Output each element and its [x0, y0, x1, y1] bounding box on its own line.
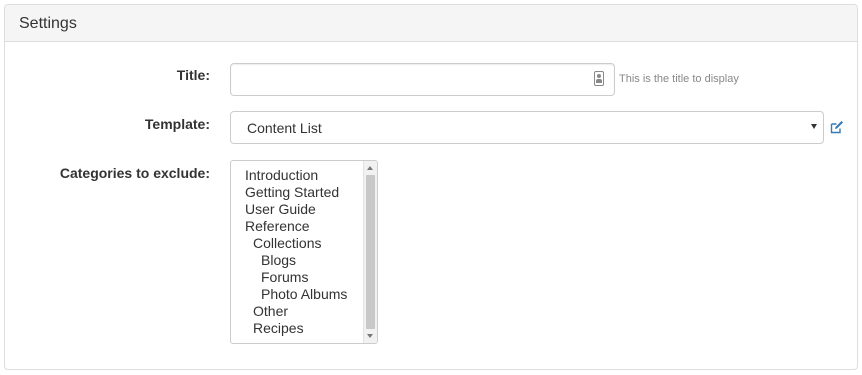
option-forums[interactable]: Forums: [231, 269, 363, 286]
title-input-wrapper[interactable]: [230, 63, 615, 96]
scrollbar-thumb[interactable]: [366, 175, 375, 329]
template-label: Template:: [144, 116, 210, 132]
categories-options: Introduction Getting Started User Guide …: [231, 167, 363, 337]
chevron-down-icon: [811, 124, 817, 129]
template-selected-value: Content List: [247, 120, 322, 136]
scroll-down-icon[interactable]: [367, 334, 373, 338]
edit-icon[interactable]: [830, 121, 843, 134]
title-label: Title:: [176, 67, 210, 83]
option-introduction[interactable]: Introduction: [231, 167, 363, 184]
scroll-up-icon[interactable]: [367, 166, 373, 170]
option-other[interactable]: Other: [231, 303, 363, 320]
categories-multiselect[interactable]: Introduction Getting Started User Guide …: [230, 160, 378, 344]
option-user-guide[interactable]: User Guide: [231, 201, 363, 218]
template-select[interactable]: Content List: [230, 111, 824, 144]
option-getting-started[interactable]: Getting Started: [231, 184, 363, 201]
categories-scrollbar[interactable]: [363, 161, 377, 343]
option-reference[interactable]: Reference: [231, 218, 363, 235]
option-recipes[interactable]: Recipes: [231, 320, 363, 337]
categories-label: Categories to exclude:: [59, 165, 210, 181]
option-photo-albums[interactable]: Photo Albums: [231, 286, 363, 303]
settings-panel: Settings Title: This is the title to dis…: [4, 4, 858, 370]
option-collections[interactable]: Collections: [231, 235, 363, 252]
option-blogs[interactable]: Blogs: [231, 252, 363, 269]
contact-card-icon[interactable]: [594, 71, 604, 86]
panel-heading: Settings: [5, 5, 857, 42]
title-input[interactable]: [231, 64, 591, 93]
title-help-text: This is the title to display: [619, 73, 739, 85]
